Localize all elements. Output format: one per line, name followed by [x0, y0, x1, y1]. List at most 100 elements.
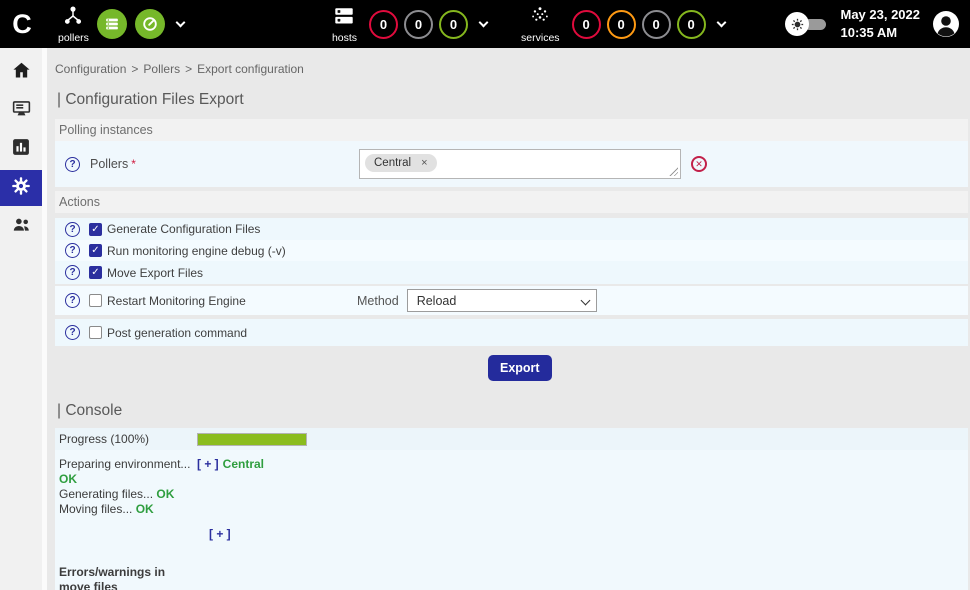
breadcrumb-separator: >: [131, 62, 138, 76]
hosts-unreachable-counter[interactable]: 0: [404, 10, 433, 39]
sidebar-item-home[interactable]: [0, 56, 42, 90]
centreon-logo[interactable]: C: [0, 9, 42, 40]
services-menu[interactable]: services: [521, 5, 560, 44]
generate-config-checkbox[interactable]: [89, 223, 102, 236]
hosts-label: hosts: [332, 33, 357, 44]
resize-handle[interactable]: [668, 166, 678, 176]
console: Progress (100%) Preparing environment...…: [55, 428, 968, 590]
log-line: Preparing environment... OK: [59, 457, 197, 487]
move-files-checkbox[interactable]: [89, 266, 102, 279]
poller-result: [ + ] Central: [197, 457, 264, 517]
status-ok: OK: [59, 472, 77, 486]
export-row: Export: [55, 346, 968, 390]
log-line: Moving files... OK: [59, 502, 197, 517]
method-select[interactable]: Reload: [407, 289, 597, 312]
sidebar-item-configuration[interactable]: [0, 170, 42, 206]
pollers-menu[interactable]: pollers: [58, 5, 89, 44]
action-row-move: Move Export Files: [55, 261, 968, 284]
actions-heading: Actions: [55, 191, 968, 213]
pollers-field-row: Pollers * Central ×: [55, 141, 968, 187]
hosts-chevron-down-icon[interactable]: [479, 18, 489, 28]
restart-engine-label: Restart Monitoring Engine: [107, 294, 246, 308]
services-chevron-down-icon[interactable]: [716, 18, 726, 28]
pollers-icon: [62, 5, 84, 31]
export-button[interactable]: Export: [488, 355, 552, 381]
help-icon[interactable]: [65, 222, 80, 237]
required-asterisk: *: [131, 157, 136, 171]
clock-date: May 23, 2022: [840, 6, 920, 24]
expand-toggle[interactable]: [ + ]: [209, 527, 231, 541]
poller-result-name[interactable]: Central: [223, 457, 264, 471]
hosts-icon: [333, 5, 355, 31]
method-select-wrap: Reload: [407, 289, 597, 312]
hosts-menu[interactable]: hosts: [332, 5, 357, 44]
console-title: | Console: [57, 402, 970, 420]
console-log: Preparing environment... OK Generating f…: [55, 450, 968, 517]
restart-engine-checkbox[interactable]: [89, 294, 102, 307]
action-row-generate: Generate Configuration Files: [55, 218, 968, 240]
run-debug-label: Run monitoring engine debug (-v): [107, 244, 286, 258]
post-generation-checkbox[interactable]: [89, 326, 102, 339]
help-icon[interactable]: [65, 243, 80, 258]
hosts-status-group: hosts 0 0 0: [332, 5, 487, 44]
breadcrumb-export-configuration: Export configuration: [197, 62, 304, 76]
centreon-app: C pollers hosts 0: [0, 0, 970, 590]
clock: May 23, 2022 10:35 AM: [840, 6, 920, 41]
status-ok: OK: [156, 487, 174, 501]
help-icon[interactable]: [65, 265, 80, 280]
status-ok: OK: [136, 502, 154, 516]
sidebar-item-reporting[interactable]: [0, 132, 42, 166]
hosts-up-counter[interactable]: 0: [439, 10, 468, 39]
light-dark-toggle[interactable]: [785, 12, 826, 36]
help-icon[interactable]: [65, 157, 80, 172]
topbar-right: May 23, 2022 10:35 AM: [785, 6, 960, 41]
poller-tag-remove-icon[interactable]: ×: [421, 157, 427, 169]
expand-toggle[interactable]: [ + ]: [197, 457, 219, 471]
help-icon[interactable]: [65, 293, 80, 308]
clock-time: 10:35 AM: [840, 24, 920, 42]
sidebar: [0, 48, 42, 590]
services-icon: [529, 5, 551, 31]
main-content: Configuration>Pollers>Export configurati…: [47, 48, 970, 590]
services-ok-counter[interactable]: 0: [677, 10, 706, 39]
top-bar: C pollers hosts 0: [0, 0, 970, 48]
export-form: Polling instances Pollers * Central × Ac…: [55, 119, 968, 390]
services-label: services: [521, 33, 560, 44]
poller-list-status-icon[interactable]: [97, 9, 127, 39]
services-unknown-counter[interactable]: 0: [642, 10, 671, 39]
post-generation-label: Post generation command: [107, 326, 247, 340]
page-title: | Configuration Files Export: [57, 91, 970, 109]
poller-latency-gauge-icon[interactable]: [135, 9, 165, 39]
generate-config-label: Generate Configuration Files: [107, 222, 260, 236]
action-row-restart: Restart Monitoring Engine Method Reload: [55, 286, 968, 315]
polling-instances-heading: Polling instances: [55, 119, 968, 141]
poller-tag: Central ×: [365, 154, 437, 172]
services-critical-counter[interactable]: 0: [572, 10, 601, 39]
errors-warnings-label: Errors/warnings in move files: [59, 565, 189, 590]
sidebar-item-monitoring[interactable]: [0, 94, 42, 128]
progress-fill: [198, 434, 306, 445]
progress-label: Progress (100%): [55, 432, 197, 446]
progress-bar: [197, 433, 307, 446]
gear-icon: [11, 176, 31, 201]
progress-row: Progress (100%): [55, 428, 968, 450]
sidebar-item-administration[interactable]: [0, 210, 42, 244]
pollers-input[interactable]: Central ×: [359, 149, 681, 179]
clear-pollers-icon[interactable]: [691, 156, 707, 172]
services-status-group: services 0 0 0 0: [521, 5, 725, 44]
help-icon[interactable]: [65, 325, 80, 340]
hosts-down-counter[interactable]: 0: [369, 10, 398, 39]
user-avatar[interactable]: [932, 10, 960, 38]
breadcrumb: Configuration>Pollers>Export configurati…: [55, 62, 970, 76]
poller-tag-label: Central: [374, 157, 411, 169]
run-debug-checkbox[interactable]: [89, 244, 102, 257]
services-warning-counter[interactable]: 0: [607, 10, 636, 39]
breadcrumb-pollers[interactable]: Pollers: [143, 62, 180, 76]
action-row-postgen: Post generation command: [55, 319, 968, 346]
breadcrumb-configuration[interactable]: Configuration: [55, 62, 126, 76]
bar-chart-icon: [11, 137, 31, 162]
sun-icon: [785, 12, 809, 36]
pollers-chevron-down-icon[interactable]: [175, 18, 185, 28]
method-label: Method: [357, 294, 399, 308]
move-files-label: Move Export Files: [107, 266, 203, 280]
